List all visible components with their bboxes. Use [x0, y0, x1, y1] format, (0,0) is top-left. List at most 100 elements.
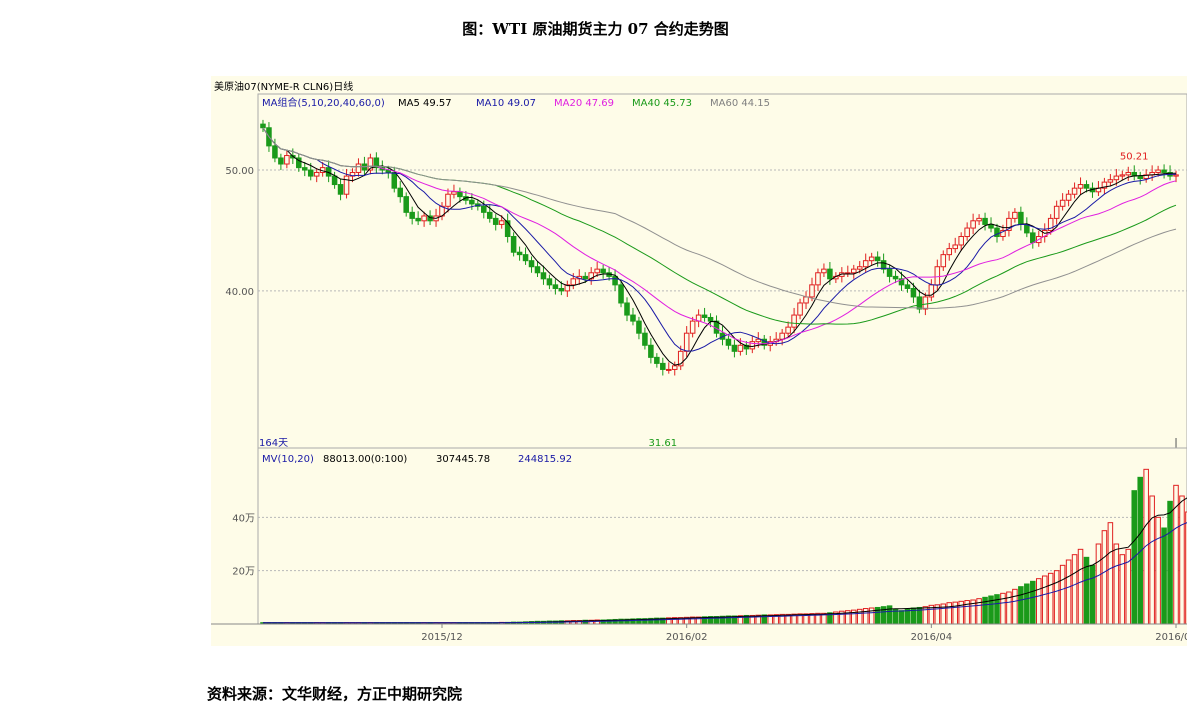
candle-up — [313, 171, 320, 177]
candle-down — [701, 314, 708, 318]
volume-bar — [1107, 522, 1114, 625]
volume-bar — [1059, 564, 1066, 625]
candle-up — [1053, 205, 1060, 219]
candle-down — [301, 167, 308, 171]
candle-down — [540, 272, 547, 280]
source-note: 资料来源：文华财经，方正中期研究院 — [207, 685, 463, 703]
candle-up — [1065, 193, 1072, 201]
figure-title: 图：WTI 原油期货主力 07 合约走势图 — [462, 20, 729, 38]
candle-up — [785, 326, 791, 334]
volume-bar — [1137, 476, 1143, 625]
candle-down — [988, 223, 994, 229]
ma-legend-item: MA20 47.69 — [554, 98, 614, 109]
candle-up — [952, 244, 958, 250]
volume-tick-label: 20万 — [232, 567, 255, 578]
candle-down — [415, 217, 421, 222]
candle-down — [481, 205, 487, 213]
candle-down — [1161, 169, 1167, 173]
candle-up — [689, 320, 696, 334]
candle-up — [284, 155, 290, 165]
candle-up — [970, 220, 976, 229]
candle-down — [307, 169, 314, 177]
candle-down — [624, 302, 630, 316]
candle-up — [343, 175, 350, 195]
price-tick-label: 50.00 — [225, 166, 254, 177]
volume-bar — [1149, 495, 1155, 625]
volume-bar — [1012, 588, 1018, 625]
ma-legend-prefix: MA组合(5,10,20,40,60,0) — [262, 96, 385, 109]
candle-up — [755, 338, 762, 343]
volume-bar — [1095, 543, 1102, 625]
x-tick-label: 2016/02 — [666, 632, 708, 643]
volume-bar — [1018, 586, 1024, 625]
ma-legend-item: MA10 49.07 — [476, 98, 536, 109]
volume-legend-mv10: 307445.78 — [436, 454, 490, 465]
candle-down — [260, 123, 266, 129]
volume-bar — [1089, 564, 1096, 625]
candle-up — [821, 268, 827, 274]
candle-up — [1012, 211, 1018, 219]
candle-up — [976, 217, 982, 222]
candle-up — [1107, 179, 1114, 183]
candle-down — [331, 175, 338, 186]
volume-bar — [946, 602, 953, 625]
volume-bar — [1173, 484, 1179, 625]
volume-legend-mv20: 244815.92 — [518, 454, 572, 465]
candle-up — [791, 314, 797, 328]
candle-down — [272, 145, 278, 159]
candle-up — [421, 215, 427, 222]
volume-bar — [1047, 572, 1054, 625]
candle-down — [337, 184, 344, 195]
candle-up — [737, 344, 744, 352]
volume-bar — [1179, 495, 1185, 625]
candle-down — [391, 171, 398, 189]
ma-legend-item: MA60 44.15 — [710, 98, 770, 109]
candle-down — [892, 275, 899, 280]
candle-up — [1077, 184, 1084, 189]
candlestick-chart: 50.00 40.00 50.21 31.61 164天 40万 20万 2015/12 2… — [211, 76, 1187, 646]
candle-down — [731, 344, 738, 352]
candle-down — [522, 254, 529, 262]
candle-down — [1083, 184, 1090, 189]
candle-down — [874, 256, 881, 262]
volume-legend-value: 88013.00(0:100) — [323, 454, 407, 465]
volume-bar — [1185, 511, 1187, 625]
candle-down — [534, 266, 541, 274]
high-price-label: 50.21 — [1120, 152, 1149, 163]
instrument-label: 美原油07(NYME-R CLN6)日线 — [214, 80, 353, 93]
volume-bar — [1161, 527, 1167, 625]
candle-down — [510, 236, 517, 253]
candle-down — [397, 187, 404, 198]
candle-down — [278, 157, 284, 165]
candle-up — [922, 296, 929, 310]
candle-up — [498, 220, 505, 225]
candle-up — [1059, 199, 1066, 207]
candle-up — [594, 268, 600, 274]
candle-down — [546, 278, 553, 286]
volume-bar — [904, 608, 911, 625]
candle-up — [862, 260, 869, 268]
candle-up — [355, 163, 362, 173]
candle-down — [648, 344, 654, 358]
candle-up — [815, 272, 821, 286]
volume-bar — [1071, 554, 1078, 625]
candle-down — [582, 275, 588, 280]
candle-up — [1155, 169, 1161, 173]
candle-down — [1137, 175, 1143, 180]
volume-bar — [1035, 578, 1042, 625]
candle-down — [725, 338, 732, 346]
volume-bar — [1113, 543, 1120, 625]
candle-up — [797, 302, 803, 316]
candle-down — [916, 296, 923, 310]
candle-up — [666, 368, 672, 371]
candle-down — [982, 217, 988, 225]
candle-up — [851, 268, 857, 274]
volume-tick-label: 40万 — [232, 513, 255, 524]
candle-down — [886, 268, 893, 277]
candle-down — [492, 217, 499, 225]
candle-up — [856, 266, 863, 270]
x-tick-label: 2016/04 — [911, 632, 953, 643]
x-tick-label: 2016/05 — [1155, 632, 1187, 643]
candle-up — [570, 278, 577, 286]
candle-down — [827, 268, 833, 280]
